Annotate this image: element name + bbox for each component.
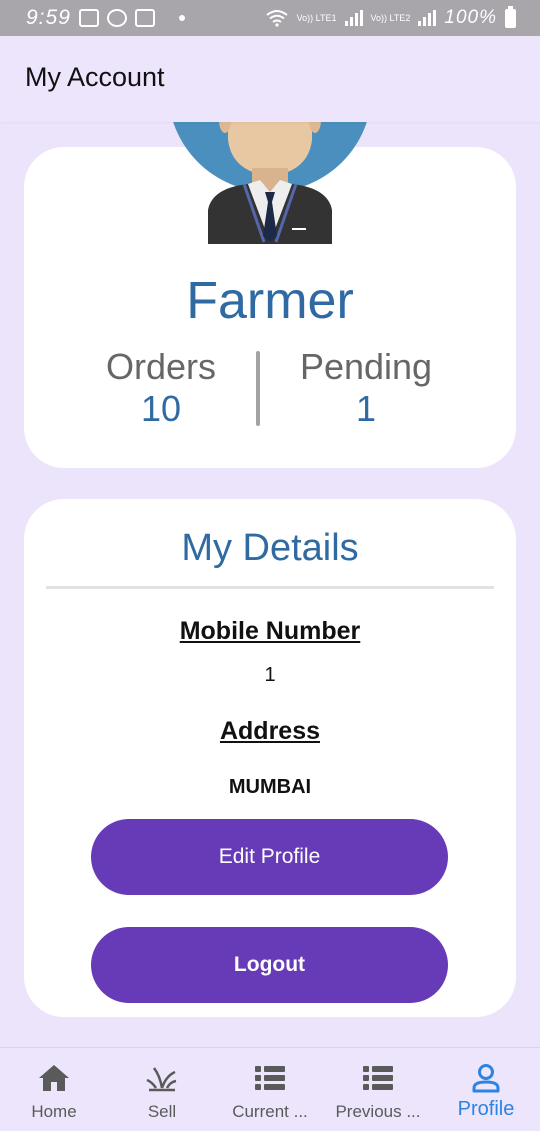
details-title: My Details bbox=[181, 527, 359, 569]
orders-stat: Orders 10 bbox=[61, 347, 261, 431]
app-bar: My Account bbox=[0, 36, 540, 122]
edit-profile-button[interactable]: Edit Profile bbox=[91, 819, 448, 895]
page-title: My Account bbox=[25, 62, 165, 92]
address-value: MUMBAI bbox=[228, 776, 312, 798]
wifi-icon bbox=[266, 10, 288, 27]
home-icon bbox=[37, 1062, 71, 1094]
nav-label-profile: Profile bbox=[457, 1098, 515, 1120]
battery-icon bbox=[505, 5, 516, 28]
pending-count: 1 bbox=[355, 388, 377, 429]
nav-label-previous: Previous ... bbox=[335, 1102, 421, 1121]
nav-item-current-orders[interactable]: Current ... bbox=[216, 1048, 324, 1131]
sprout-icon bbox=[145, 1062, 179, 1094]
nav-label-sell: Sell bbox=[147, 1102, 177, 1121]
logout-button[interactable]: Logout bbox=[91, 927, 448, 1003]
gallery-icon bbox=[78, 9, 99, 27]
divider bbox=[46, 586, 494, 589]
signal-icon bbox=[344, 10, 363, 26]
address-label: Address bbox=[219, 717, 321, 745]
mobile-number-label: Mobile Number bbox=[179, 617, 361, 645]
dot-icon bbox=[178, 15, 185, 21]
whatsapp-icon bbox=[106, 9, 127, 27]
user-name: Farmer bbox=[186, 272, 354, 330]
nav-label-current: Current ... bbox=[232, 1102, 308, 1121]
list-icon bbox=[253, 1062, 287, 1094]
mobile-number-value: 1 bbox=[264, 664, 276, 686]
nav-item-profile[interactable]: Profile bbox=[432, 1048, 540, 1131]
stat-divider bbox=[256, 351, 260, 426]
network-label-1: Vo)) LTE1 bbox=[296, 12, 337, 23]
status-time: 9:59 bbox=[26, 6, 71, 29]
laptop-icon bbox=[134, 9, 155, 27]
status-bar: 9:59 Vo)) LTE1 Vo)) LTE2 100% bbox=[0, 0, 540, 36]
orders-count: 10 bbox=[140, 388, 182, 429]
list-icon bbox=[361, 1062, 395, 1094]
nav-label-home: Home bbox=[31, 1102, 77, 1121]
pending-stat: Pending 1 bbox=[266, 347, 466, 431]
battery-percent: 100% bbox=[444, 7, 497, 28]
network-label-2: Vo)) LTE2 bbox=[370, 12, 411, 23]
person-icon bbox=[469, 1062, 503, 1094]
signal-icon bbox=[418, 10, 437, 26]
bottom-nav: Home Sell Current ... Previous ... Profi… bbox=[0, 1047, 540, 1131]
nav-item-sell[interactable]: Sell bbox=[108, 1048, 216, 1131]
details-card: My Details Mobile Number 1 Address MUMBA… bbox=[24, 499, 516, 1017]
nav-item-home[interactable]: Home bbox=[0, 1048, 108, 1131]
orders-label: Orders bbox=[105, 346, 217, 387]
pending-label: Pending bbox=[299, 346, 433, 387]
nav-item-previous-orders[interactable]: Previous ... bbox=[324, 1048, 432, 1131]
